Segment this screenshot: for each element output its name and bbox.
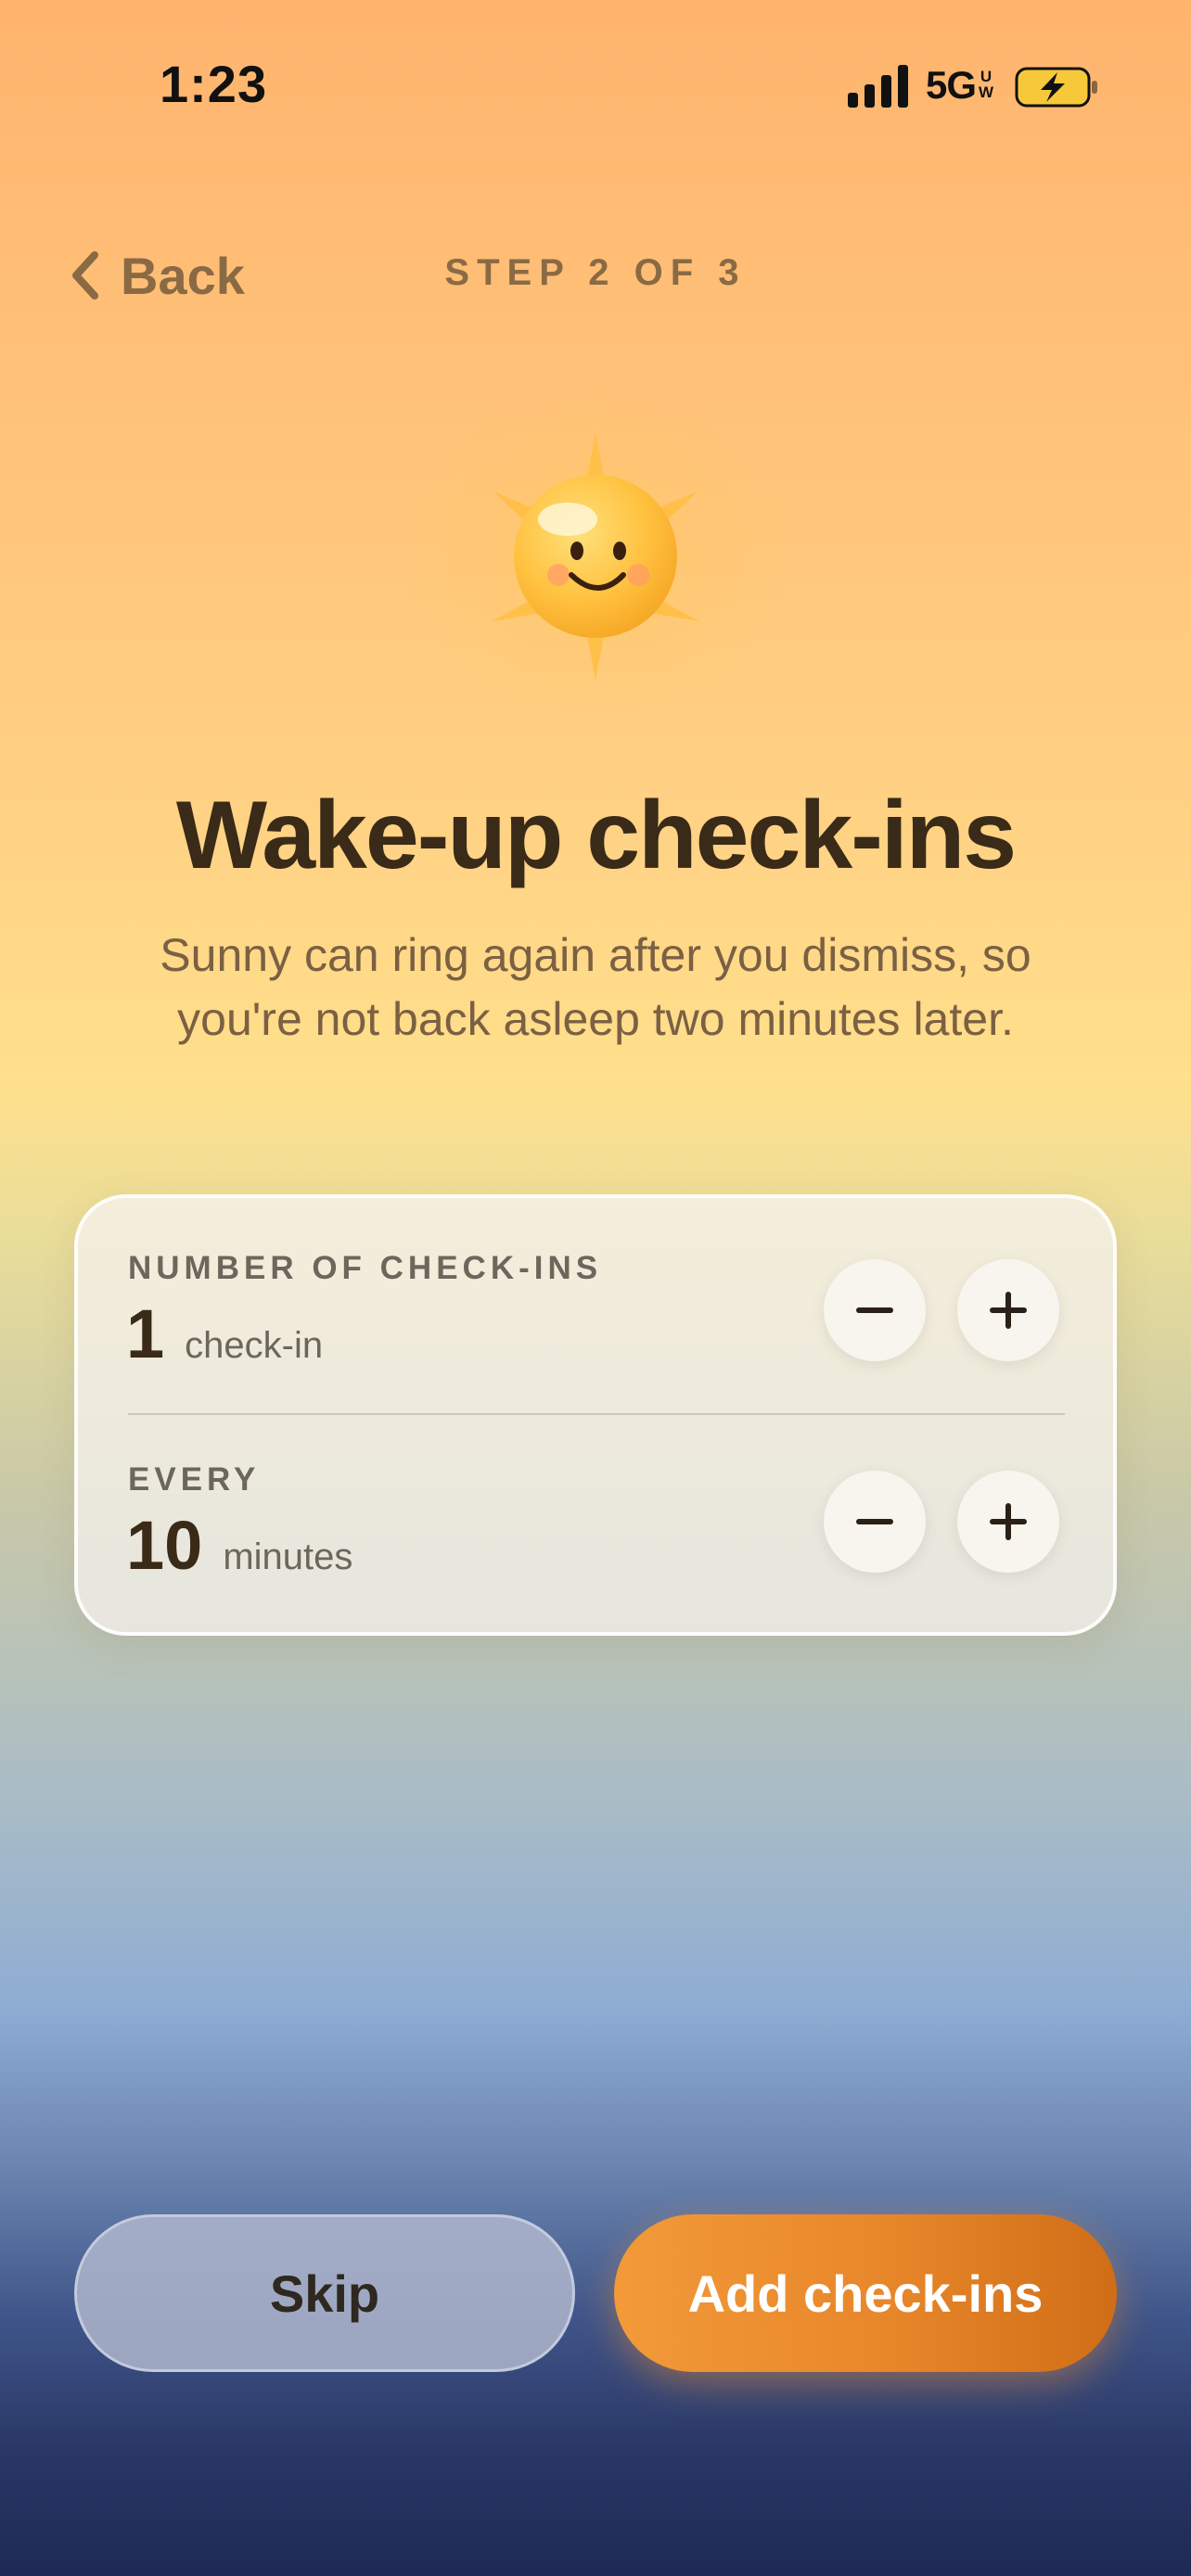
checkins-count-unit: check-in — [185, 1325, 324, 1366]
interval-value: 10 — [126, 1507, 203, 1584]
plus-icon — [990, 1292, 1027, 1329]
network-suffix-top: U — [980, 68, 992, 85]
interval-label: EVERY — [128, 1461, 261, 1498]
signal-icon — [848, 65, 908, 108]
step-indicator: STEP 2 OF 3 — [444, 252, 747, 293]
sun-mascot-icon — [492, 432, 699, 681]
interval-decrement-button[interactable] — [824, 1471, 926, 1573]
battery-charging-icon — [1015, 67, 1097, 108]
skip-label: Skip — [269, 2264, 380, 2323]
checkins-increment-button[interactable] — [957, 1259, 1059, 1361]
add-checkins-button[interactable]: Add check-ins — [614, 2214, 1117, 2372]
plus-icon — [990, 1503, 1027, 1540]
interval-value-group: 10 minutes — [126, 1506, 352, 1585]
checkins-count-value: 1 — [126, 1295, 165, 1372]
checkins-decrement-button[interactable] — [824, 1259, 926, 1361]
network-suffix: U W — [978, 69, 994, 100]
page-subtitle: Sunny can ring again after you dismiss, … — [160, 929, 1031, 1045]
status-time: 1:23 — [160, 55, 268, 113]
minus-icon — [856, 1519, 893, 1524]
checkins-count-label: NUMBER OF CHECK-INS — [128, 1250, 603, 1286]
add-checkins-label: Add check-ins — [687, 2264, 1044, 2323]
page-title: Wake-up check-ins — [175, 782, 1017, 889]
checkins-count-value-group: 1 check-in — [126, 1294, 323, 1373]
card-divider — [128, 1413, 1065, 1415]
network-suffix-bottom: W — [978, 83, 994, 101]
interval-unit: minutes — [223, 1537, 353, 1577]
minus-icon — [856, 1307, 893, 1313]
interval-increment-button[interactable] — [957, 1471, 1059, 1573]
network-label: 5G — [926, 63, 977, 107]
skip-button[interactable]: Skip — [74, 2214, 575, 2372]
